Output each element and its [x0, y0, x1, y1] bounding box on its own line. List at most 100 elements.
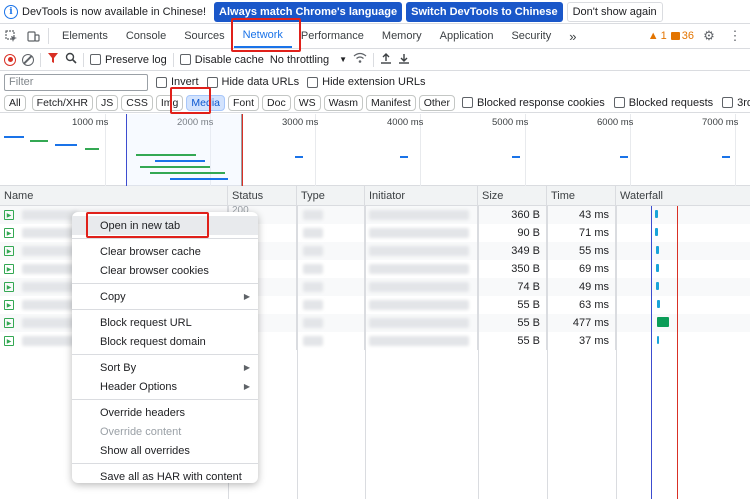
checkbox-box[interactable] [307, 76, 319, 88]
checkbox-box[interactable] [722, 97, 734, 108]
blocked-response-cookies-checkbox[interactable]: Blocked response cookies [461, 97, 605, 109]
preserve-log-checkbox[interactable]: Preserve log [90, 54, 167, 66]
blocked-requests-label: Blocked requests [628, 96, 714, 109]
column-header-time[interactable]: Time [547, 186, 616, 206]
menu-clear-browser-cookies[interactable]: Clear browser cookies [72, 261, 258, 280]
checkbox-box[interactable] [90, 54, 101, 65]
column-header-type[interactable]: Type [297, 186, 365, 206]
hide-extension-urls-label: Hide extension URLs [322, 76, 426, 88]
type-filter-js[interactable]: JS [96, 94, 119, 111]
devtools-tabbar: Elements Console Sources Network Perform… [0, 24, 750, 49]
checkbox-box[interactable] [179, 54, 191, 65]
checkbox-box[interactable] [461, 97, 473, 108]
menu-clear-browser-cache[interactable]: Clear browser cache [72, 242, 258, 261]
kebab-menu-icon[interactable]: ⋮ [724, 24, 746, 48]
dont-show-again-button[interactable]: Don't show again [566, 1, 663, 22]
import-har-icon[interactable] [380, 52, 392, 67]
tab-application[interactable]: Application [431, 24, 503, 48]
menu-save-har[interactable]: Save all as HAR with content [72, 467, 258, 486]
type-filter-doc[interactable]: Doc [262, 94, 291, 111]
messages-badge[interactable]: 36 [670, 30, 694, 42]
waterfall-bar [657, 336, 659, 344]
export-har-icon[interactable] [398, 52, 410, 67]
initiator-cell[interactable] [365, 314, 478, 332]
waterfall-bar [656, 282, 659, 290]
search-icon[interactable] [65, 52, 77, 67]
redacted-type [303, 282, 323, 292]
throttling-select[interactable]: No throttling ▼ [270, 54, 347, 66]
tab-security[interactable]: Security [502, 24, 560, 48]
size-cell: 90 B [478, 224, 547, 242]
filter-input[interactable]: Filter [4, 73, 148, 91]
disable-cache-checkbox[interactable]: Disable cache [179, 54, 264, 66]
redacted-initiator [369, 300, 469, 310]
tab-memory[interactable]: Memory [373, 24, 431, 48]
resource-type-filter: All Fetch/XHR JS CSS Img Media Font Doc … [0, 93, 750, 113]
third-party-checkbox[interactable]: 3rd-party r [722, 97, 750, 109]
tab-performance[interactable]: Performance [292, 24, 373, 48]
network-conditions-icon[interactable] [353, 52, 367, 67]
type-filter-ws[interactable]: WS [293, 94, 321, 111]
network-overview[interactable]: 1000 ms 2000 ms 3000 ms 4000 ms 5000 ms … [0, 114, 750, 186]
warnings-badge[interactable]: ▲ 1 [648, 30, 667, 42]
type-filter-fetch-xhr[interactable]: Fetch/XHR [31, 94, 94, 111]
redacted-initiator [369, 228, 469, 238]
type-filter-other[interactable]: Other [418, 94, 455, 111]
column-header-size[interactable]: Size [478, 186, 547, 206]
initiator-cell[interactable] [365, 260, 478, 278]
hide-extension-urls-checkbox[interactable]: Hide extension URLs [307, 76, 426, 88]
menu-show-all-overrides[interactable]: Show all overrides [72, 441, 258, 460]
size-cell: 360 B [478, 206, 547, 224]
type-cell [297, 332, 365, 350]
overview-selection[interactable] [126, 114, 242, 186]
redacted-initiator [369, 210, 469, 220]
type-filter-all[interactable]: All [4, 94, 26, 111]
tab-elements[interactable]: Elements [53, 24, 117, 48]
type-filter-manifest[interactable]: Manifest [366, 94, 416, 111]
checkbox-box[interactable] [156, 76, 167, 88]
column-header-status[interactable]: Status [228, 186, 297, 206]
menu-sort-by-label: Sort By [100, 361, 137, 374]
menu-block-request-url[interactable]: Block request URL [72, 313, 258, 332]
banner-text: DevTools is now available in Chinese! [22, 5, 207, 18]
menu-sort-by[interactable]: Sort By ▶ [72, 358, 258, 377]
device-toolbar-icon[interactable] [22, 24, 44, 48]
filter-funnel-icon[interactable] [47, 52, 59, 67]
type-filter-wasm[interactable]: Wasm [323, 94, 363, 111]
initiator-cell[interactable] [365, 296, 478, 314]
overview-activity-bar [620, 156, 628, 158]
load-marker [242, 114, 243, 186]
column-header-waterfall[interactable]: Waterfall [616, 186, 750, 206]
checkbox-box[interactable] [613, 97, 625, 108]
tab-sources[interactable]: Sources [175, 24, 233, 48]
warnings-count: 1 [660, 30, 667, 42]
tab-console[interactable]: Console [117, 24, 175, 48]
submenu-arrow-icon: ▶ [243, 363, 250, 372]
initiator-cell[interactable] [365, 224, 478, 242]
preserve-log-label: Preserve log [105, 53, 167, 66]
initiator-cell[interactable] [365, 242, 478, 260]
inspect-element-icon[interactable] [0, 24, 22, 48]
switch-language-button[interactable]: Switch DevTools to Chinese [406, 1, 563, 22]
type-filter-css[interactable]: CSS [121, 94, 153, 111]
menu-block-request-domain[interactable]: Block request domain [72, 332, 258, 351]
column-header-initiator[interactable]: Initiator [365, 186, 478, 206]
clear-icon[interactable] [22, 53, 34, 66]
type-filter-font[interactable]: Font [228, 94, 260, 111]
initiator-cell[interactable] [365, 206, 478, 224]
initiator-cell[interactable] [365, 332, 478, 350]
blocked-requests-checkbox[interactable]: Blocked requests [613, 96, 714, 109]
checkbox-box[interactable] [206, 76, 218, 88]
menu-override-headers[interactable]: Override headers [72, 403, 258, 422]
menu-header-options[interactable]: Header Options ▶ [72, 377, 258, 396]
hide-data-urls-label: Hide data URLs [221, 76, 300, 88]
overview-tick-label: 6000 ms [597, 117, 634, 128]
column-header-name[interactable]: Name [0, 186, 228, 206]
hide-data-urls-checkbox[interactable]: Hide data URLs [206, 76, 300, 88]
more-tabs-icon[interactable]: » [560, 24, 585, 48]
initiator-cell[interactable] [365, 278, 478, 296]
menu-copy[interactable]: Copy ▶ [72, 287, 258, 306]
gear-icon[interactable]: ⚙ [698, 24, 720, 48]
record-icon[interactable] [4, 53, 16, 66]
time-cell: 37 ms [547, 332, 616, 350]
